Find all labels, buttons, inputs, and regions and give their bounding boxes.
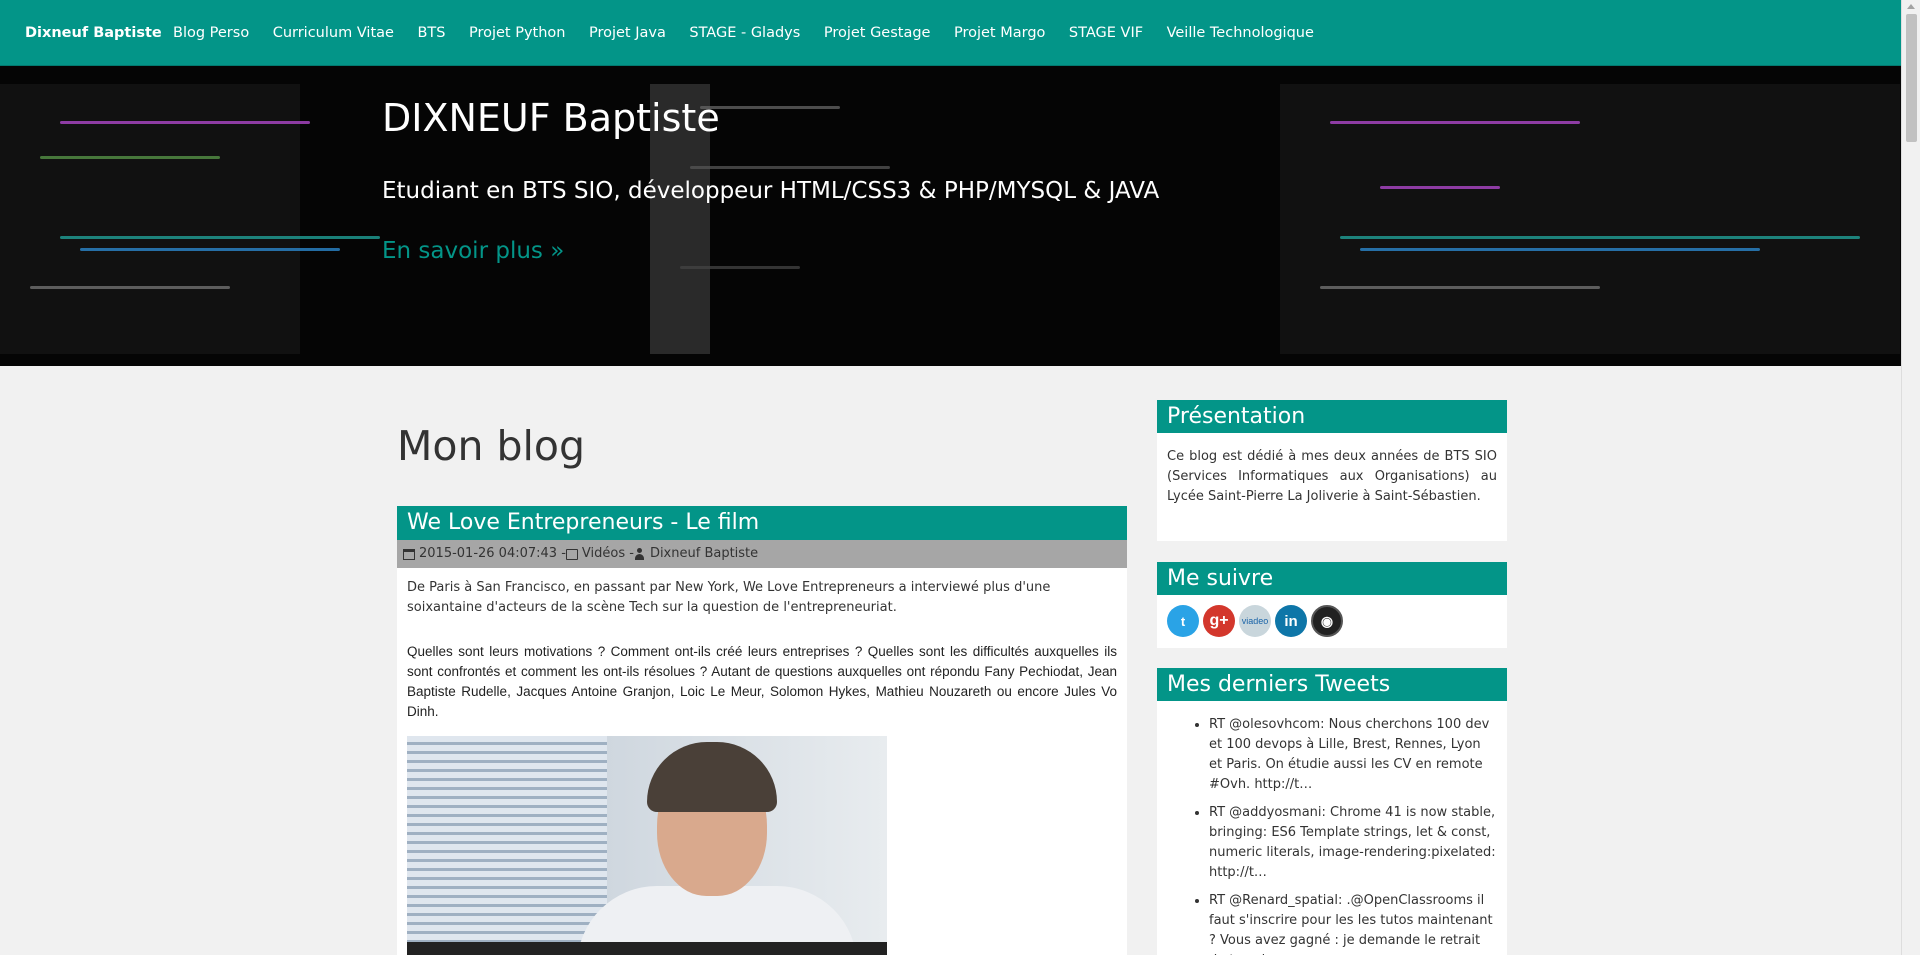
post-author: Dixneuf Baptiste [649,546,759,561]
presentation-widget: Présentation Ce blog est dédié à mes deu… [1157,400,1507,541]
video-player[interactable] [407,736,887,955]
tweets-title: Mes derniers Tweets [1157,668,1507,701]
presentation-text: Ce blog est dédié à mes deux années de B… [1167,449,1497,504]
page-scrollbar[interactable] [1901,0,1920,955]
calendar-icon [403,548,415,560]
nav-item-projet-margo[interactable]: Projet Margo [954,25,1045,41]
scroll-up-icon[interactable] [1907,4,1915,9]
follow-title: Me suivre [1157,562,1507,595]
hero-background-image [0,66,1901,366]
presentation-title: Présentation [1157,400,1507,433]
post-category[interactable]: Vidéos - [582,540,634,568]
nav-item-projet-java[interactable]: Projet Java [589,25,666,41]
hero-banner: DIXNEUF Baptiste Etudiant en BTS SIO, dé… [0,66,1901,366]
social-links: t g+ viadeo in ◉ [1157,595,1507,637]
hero-subtitle: Etudiant en BTS SIO, développeur HTML/CS… [382,178,1160,204]
hero-title: DIXNEUF Baptiste [382,96,720,140]
post-detail: Quelles sont leurs motivations ? Comment… [407,644,1117,719]
tweet-item: RT @olesovhcom: Nous cherchons 100 dev e… [1209,715,1497,795]
twitter-icon[interactable]: t [1167,605,1199,637]
nav-item-stage-gladys[interactable]: STAGE - Gladys [689,25,800,41]
nav-item-projet-gestage[interactable]: Projet Gestage [824,25,931,41]
nav-menu: Blog Perso Curriculum Vitae BTS Projet P… [173,0,1337,66]
linkedin-icon[interactable]: in [1275,605,1307,637]
nav-item-stage-vif[interactable]: STAGE VIF [1069,25,1143,41]
blog-post: We Love Entrepreneurs - Le film 2015-01-… [397,506,1127,955]
post-intro: De Paris à San Francisco, en passant par… [407,580,1051,615]
viadeo-icon[interactable]: viadeo [1239,605,1271,637]
tweet-item: RT @addyosmani: Chrome 41 is now stable,… [1209,803,1497,883]
tweet-list: RT @olesovhcom: Nous cherchons 100 dev e… [1157,701,1507,955]
folder-icon [565,548,578,560]
nav-item-projet-python[interactable]: Projet Python [469,25,566,41]
navbar-brand[interactable]: Dixneuf Baptiste [25,0,162,66]
scrollbar-thumb[interactable] [1906,14,1917,142]
post-body: De Paris à San Francisco, en passant par… [397,568,1127,955]
nav-item-blog-perso[interactable]: Blog Perso [173,25,249,41]
post-meta: 2015-01-26 04:07:43 - Vidéos - Dixneuf B… [397,540,1127,568]
post-title[interactable]: We Love Entrepreneurs - Le film [397,506,1127,540]
tweets-widget: Mes derniers Tweets RT @olesovhcom: Nous… [1157,668,1507,955]
follow-widget: Me suivre t g+ viadeo in ◉ [1157,562,1507,648]
nav-item-curriculum-vitae[interactable]: Curriculum Vitae [273,25,394,41]
google-plus-icon[interactable]: g+ [1203,605,1235,637]
tweet-item: RT @Renard_spatial: .@OpenClassrooms il … [1209,891,1497,955]
post-date: 2015-01-26 04:07:43 - [419,546,566,561]
github-icon[interactable]: ◉ [1311,605,1343,637]
video-title-bar [407,942,887,955]
learn-more-link[interactable]: En savoir plus » [382,238,564,264]
user-icon [634,547,646,560]
top-navbar: Dixneuf Baptiste Blog Perso Curriculum V… [0,0,1901,66]
nav-item-veille-technologique[interactable]: Veille Technologique [1167,25,1314,41]
nav-item-bts[interactable]: BTS [417,25,445,41]
page-title: Mon blog [397,422,586,470]
